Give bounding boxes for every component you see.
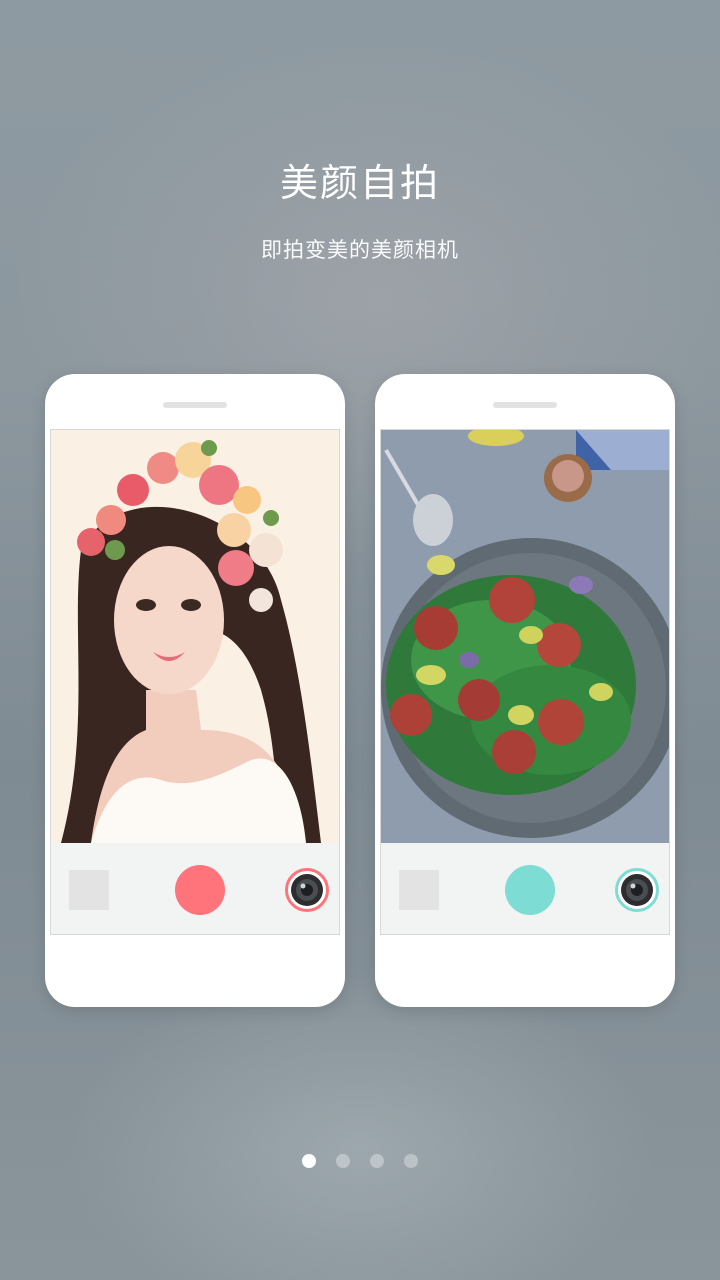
shutter-button[interactable] [175,865,225,915]
page-dot[interactable] [336,1154,350,1168]
portrait-photo [51,430,339,843]
page-dot-active[interactable] [302,1154,316,1168]
page-dot[interactable] [404,1154,418,1168]
phone-speaker [163,402,227,408]
phone-speaker [493,402,557,408]
gallery-thumbnail-icon[interactable] [69,870,109,910]
page-dot[interactable] [370,1154,384,1168]
camera-switch-icon[interactable] [285,868,329,912]
page-title: 美颜自拍 [279,161,440,205]
phone-mockup-food [375,374,675,1007]
shutter-button[interactable] [505,865,555,915]
camera-switch-icon[interactable] [615,868,659,912]
page-subtitle: 即拍变美的美颜相机 [261,238,459,262]
phone-screen [380,429,670,935]
phone-mockup-portrait [45,374,345,1007]
page-indicator [300,1154,420,1170]
camera-control-bar [51,843,339,934]
camera-control-bar [381,843,669,934]
food-photo [381,430,669,843]
gallery-thumbnail-icon[interactable] [399,870,439,910]
phone-screen [50,429,340,935]
